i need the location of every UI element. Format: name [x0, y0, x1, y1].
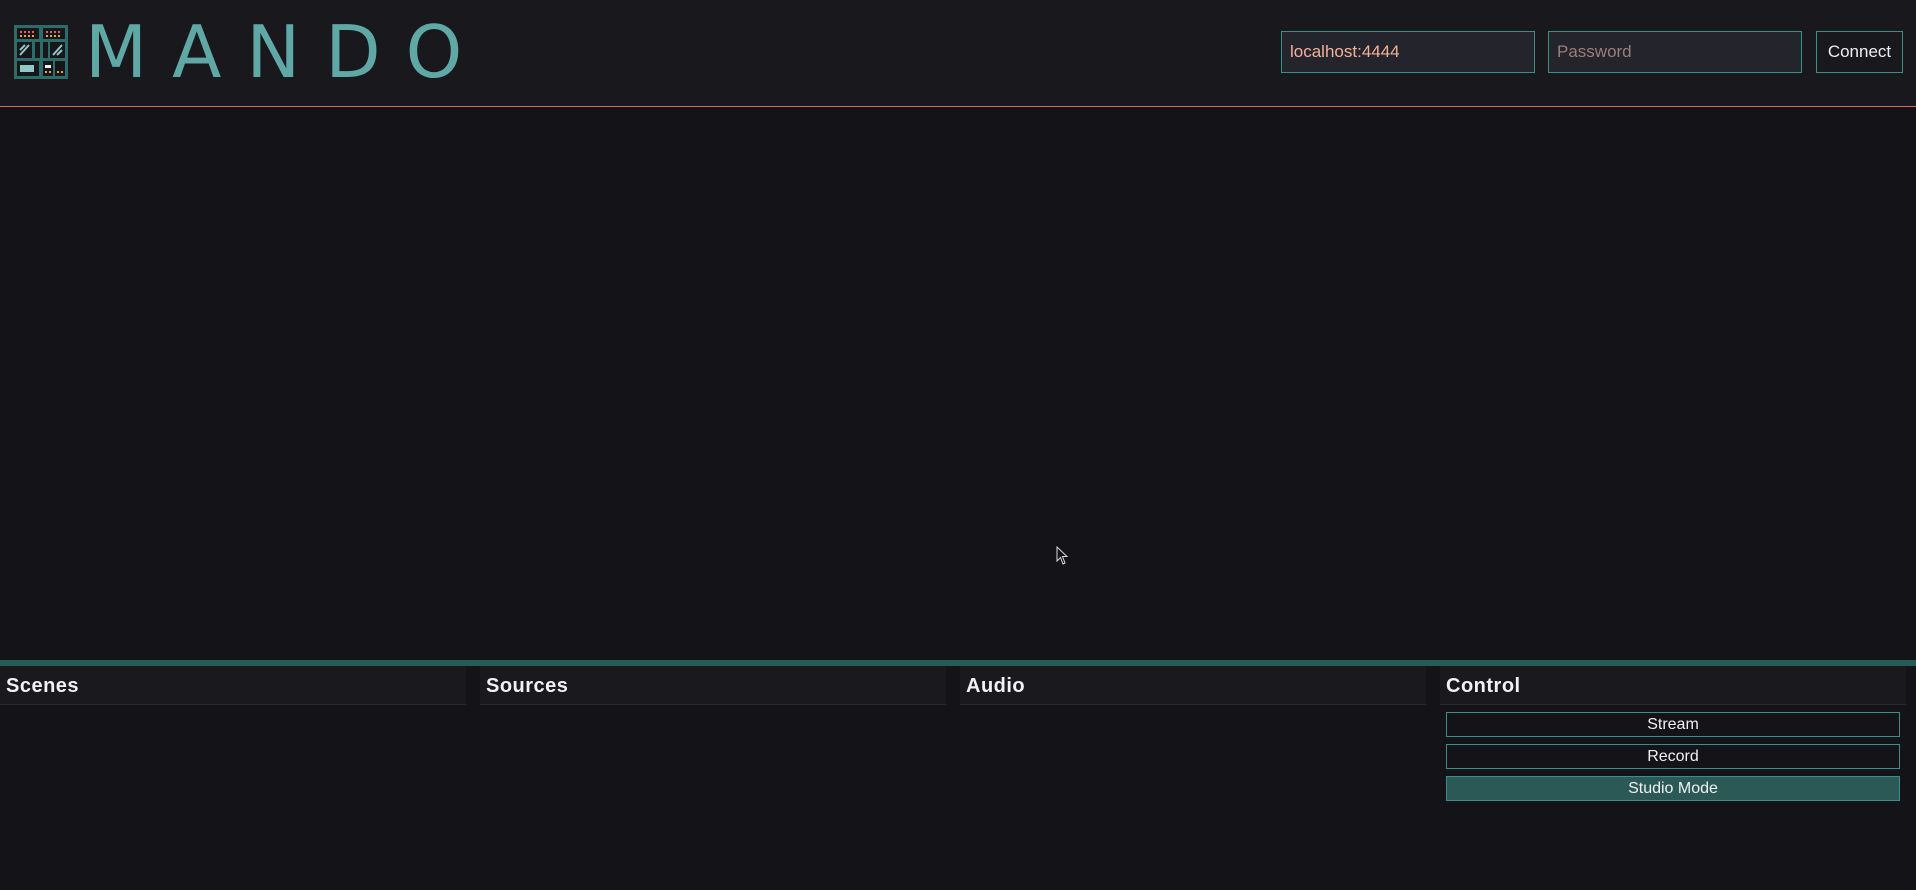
host-input[interactable]	[1281, 31, 1535, 73]
stream-button[interactable]: Stream	[1446, 712, 1900, 737]
studio-mode-button[interactable]: Studio Mode	[1446, 776, 1900, 801]
top-bar: MANDO Connect	[0, 0, 1916, 107]
record-button[interactable]: Record	[1446, 744, 1900, 769]
pointer-cursor-icon	[1056, 546, 1069, 565]
mixer-rack-icon	[14, 25, 68, 79]
sources-title: Sources	[480, 666, 946, 705]
audio-panel: Audio	[960, 666, 1426, 890]
connect-button[interactable]: Connect	[1816, 31, 1903, 73]
preview-area	[0, 108, 1916, 660]
scenes-title: Scenes	[0, 666, 466, 705]
app-logo-text: MANDO	[85, 10, 488, 94]
control-title: Control	[1440, 666, 1906, 705]
password-input[interactable]	[1548, 31, 1802, 73]
sources-panel: Sources	[480, 666, 946, 890]
control-panel: Control Stream Record Studio Mode	[1440, 666, 1906, 890]
audio-title: Audio	[960, 666, 1426, 705]
scenes-panel: Scenes	[0, 666, 466, 890]
